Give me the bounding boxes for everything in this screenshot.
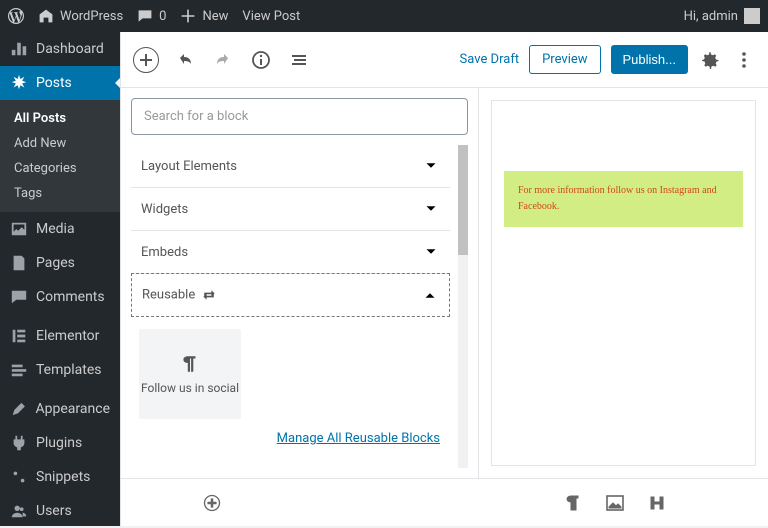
wp-logo[interactable]: [8, 8, 24, 24]
editor: Save Draft Preview Publish... Search for…: [120, 32, 768, 526]
menu-elementor[interactable]: Elementor: [0, 319, 120, 353]
menu-appearance[interactable]: Appearance: [0, 392, 120, 426]
menu-media[interactable]: Media: [0, 212, 120, 246]
category-embeds[interactable]: Embeds: [131, 231, 450, 274]
category-reusable[interactable]: Reusable: [131, 273, 450, 317]
preview-paragraph: For more information follow us on Instag…: [504, 171, 743, 227]
site-name: WordPress: [60, 9, 123, 24]
category-layout-elements[interactable]: Layout Elements: [131, 145, 450, 188]
block-preview-panel: For more information follow us on Instag…: [479, 88, 768, 478]
preview-button[interactable]: Preview: [529, 45, 600, 74]
view-post-link[interactable]: View Post: [242, 9, 300, 24]
chevron-down-icon: [422, 243, 440, 261]
block-preview: For more information follow us on Instag…: [491, 100, 756, 466]
greeting: Hi, admin: [684, 9, 738, 24]
menu-dashboard[interactable]: Dashboard: [0, 32, 120, 66]
new-link[interactable]: New: [180, 8, 228, 24]
reusable-block-follow-us[interactable]: Follow us in social: [139, 329, 241, 419]
inserter-scrollbar[interactable]: [458, 145, 468, 468]
chevron-down-icon: [422, 200, 440, 218]
editor-bottom-bar: [121, 478, 768, 526]
chevron-down-icon: [422, 157, 440, 175]
menu-templates[interactable]: Templates: [0, 353, 120, 387]
publish-button[interactable]: Publish...: [611, 45, 688, 74]
menu-snippets[interactable]: Snippets: [0, 460, 120, 494]
submenu-categories[interactable]: Categories: [0, 156, 120, 181]
admin-bar: WordPress 0 New View Post Hi, admin: [0, 0, 768, 32]
account-link[interactable]: Hi, admin: [684, 8, 760, 24]
image-block-button[interactable]: [604, 492, 626, 514]
heading-block-button[interactable]: [646, 492, 668, 514]
manage-reusable-blocks-link[interactable]: Manage All Reusable Blocks: [131, 425, 450, 452]
settings-button[interactable]: [698, 48, 722, 72]
menu-pages[interactable]: Pages: [0, 246, 120, 280]
redo-button[interactable]: [211, 48, 235, 72]
paragraph-icon: [179, 353, 201, 375]
block-search-input[interactable]: Search for a block: [131, 98, 468, 135]
outline-button[interactable]: [287, 48, 311, 72]
submenu-tags[interactable]: Tags: [0, 181, 120, 206]
menu-comments[interactable]: Comments: [0, 280, 120, 314]
submenu-add-new[interactable]: Add New: [0, 131, 120, 156]
paragraph-block-button[interactable]: [562, 492, 584, 514]
more-menu-button[interactable]: [732, 48, 756, 72]
editor-toolbar: Save Draft Preview Publish...: [121, 32, 768, 88]
comments-link[interactable]: 0: [137, 8, 166, 24]
block-inserter-panel: Search for a block Layout Elements Widge…: [121, 88, 479, 478]
menu-users[interactable]: Users: [0, 494, 120, 528]
info-button[interactable]: [249, 48, 273, 72]
new-label: New: [202, 9, 228, 24]
insert-block-button[interactable]: [201, 492, 223, 514]
site-name-link[interactable]: WordPress: [38, 8, 123, 24]
menu-posts[interactable]: Posts: [0, 66, 120, 100]
admin-sidebar: Dashboard Posts All Posts Add New Catego…: [0, 32, 120, 526]
reusable-icon: [201, 287, 217, 303]
chevron-up-icon: [421, 286, 439, 304]
undo-button[interactable]: [173, 48, 197, 72]
avatar: [744, 8, 760, 24]
save-draft-button[interactable]: Save Draft: [460, 52, 520, 67]
comments-count: 0: [159, 9, 166, 24]
menu-posts-submenu: All Posts Add New Categories Tags: [0, 100, 120, 212]
menu-plugins[interactable]: Plugins: [0, 426, 120, 460]
add-block-button[interactable]: [133, 47, 159, 73]
category-widgets[interactable]: Widgets: [131, 188, 450, 231]
submenu-all-posts[interactable]: All Posts: [0, 106, 120, 131]
